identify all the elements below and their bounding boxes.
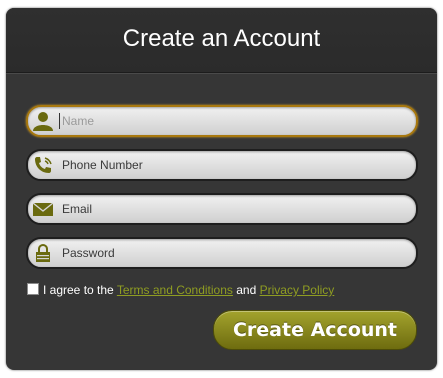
lock-icon [32,242,54,264]
email-field[interactable]: Email [26,193,418,225]
card-header: Create an Account [6,8,437,73]
signup-card: Create an Account Name Phone Number Emai… [6,8,437,370]
envelope-icon [32,198,54,220]
user-icon [32,110,54,132]
phone-placeholder: Phone Number [62,158,143,172]
terms-checkbox[interactable] [27,283,39,295]
privacy-link[interactable]: Privacy Policy [260,283,335,297]
terms-link[interactable]: Terms and Conditions [117,283,233,297]
phone-field[interactable]: Phone Number [26,149,418,181]
phone-icon [32,154,54,176]
password-field[interactable]: Password [26,237,418,269]
terms-prefix: I agree to the [43,283,117,297]
email-placeholder: Email [62,202,93,216]
terms-text: I agree to the Terms and Conditions and … [43,282,334,298]
text-caret [59,113,60,129]
create-account-button[interactable]: Create Account [213,310,417,350]
terms-middle: and [232,283,260,297]
name-placeholder: Name [62,114,95,128]
form-title: Create an Account [122,25,321,52]
password-placeholder: Password [62,246,115,260]
name-field[interactable]: Name [26,105,418,137]
